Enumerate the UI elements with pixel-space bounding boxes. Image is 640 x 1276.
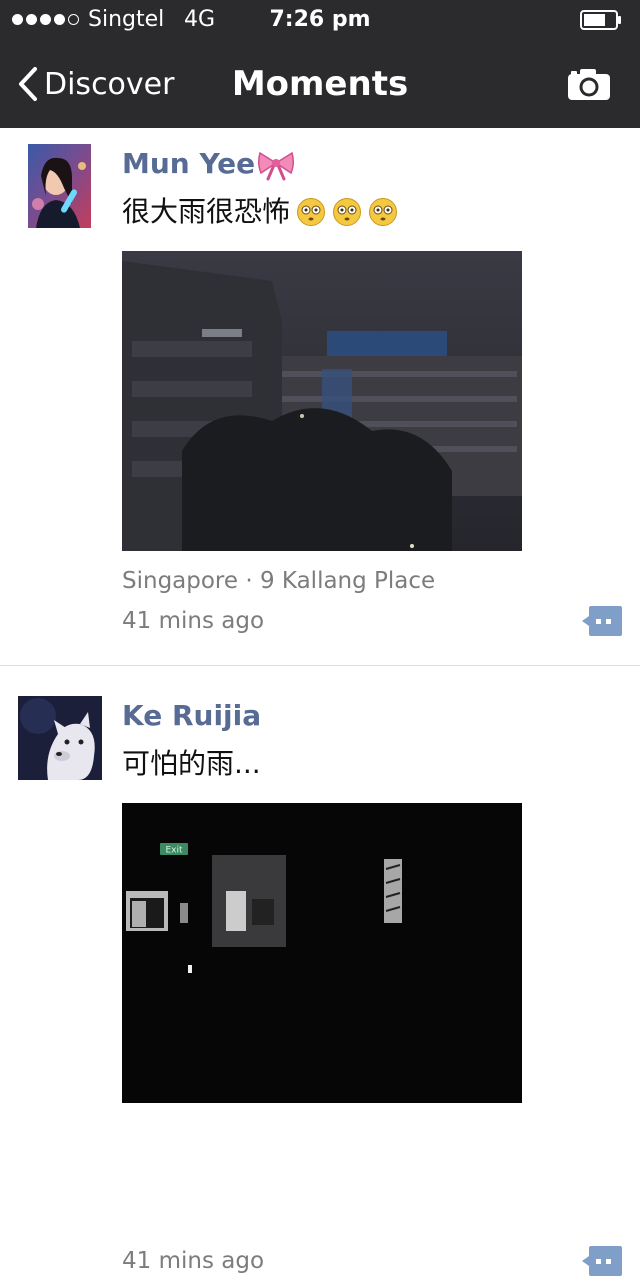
avatar[interactable]: [18, 696, 102, 780]
camera-icon[interactable]: [566, 66, 612, 102]
post-timestamp: 41 mins ago: [122, 1248, 265, 1274]
chevron-left-icon: [19, 67, 37, 101]
post-username[interactable]: Mun Yee: [122, 146, 295, 182]
avatar[interactable]: [28, 144, 91, 228]
post-timestamp: 41 mins ago: [122, 608, 265, 634]
post-text: 可怕的雨...: [122, 747, 261, 780]
back-button[interactable]: Discover: [18, 62, 174, 106]
post-photo[interactable]: Exit: [122, 803, 522, 1103]
status-bar: Singtel 4G 7:26 pm: [0, 0, 640, 40]
post-location[interactable]: Singapore · 9 Kallang Place: [122, 568, 435, 594]
post-text: 很大雨很恐怖: [122, 194, 398, 230]
nav-bar: Discover Moments: [0, 40, 640, 128]
post-photo[interactable]: [122, 251, 522, 551]
moment-post: Mun Yee 很大雨很恐怖 Singapore · 9 Kallang Pla…: [0, 128, 640, 666]
moment-post: Ke Ruijia 可怕的雨... Exit 41 mins ago: [0, 666, 640, 1276]
flushed-face-emoji-icon: [297, 198, 326, 226]
username-text: Mun Yee: [122, 147, 256, 180]
flushed-face-emoji-icon: [333, 198, 362, 226]
battery-icon: [580, 10, 621, 30]
back-button-label: Discover: [44, 66, 175, 102]
post-username[interactable]: Ke Ruijia: [122, 698, 261, 734]
comment-icon[interactable]: [582, 1246, 622, 1276]
flushed-face-emoji-icon: [369, 198, 398, 226]
exit-sign-text: Exit: [165, 846, 183, 856]
comment-icon[interactable]: [582, 606, 622, 636]
post-text-content: 很大雨很恐怖: [122, 195, 291, 228]
bow-emoji-icon: [258, 151, 295, 181]
status-time: 7:26 pm: [269, 7, 371, 32]
